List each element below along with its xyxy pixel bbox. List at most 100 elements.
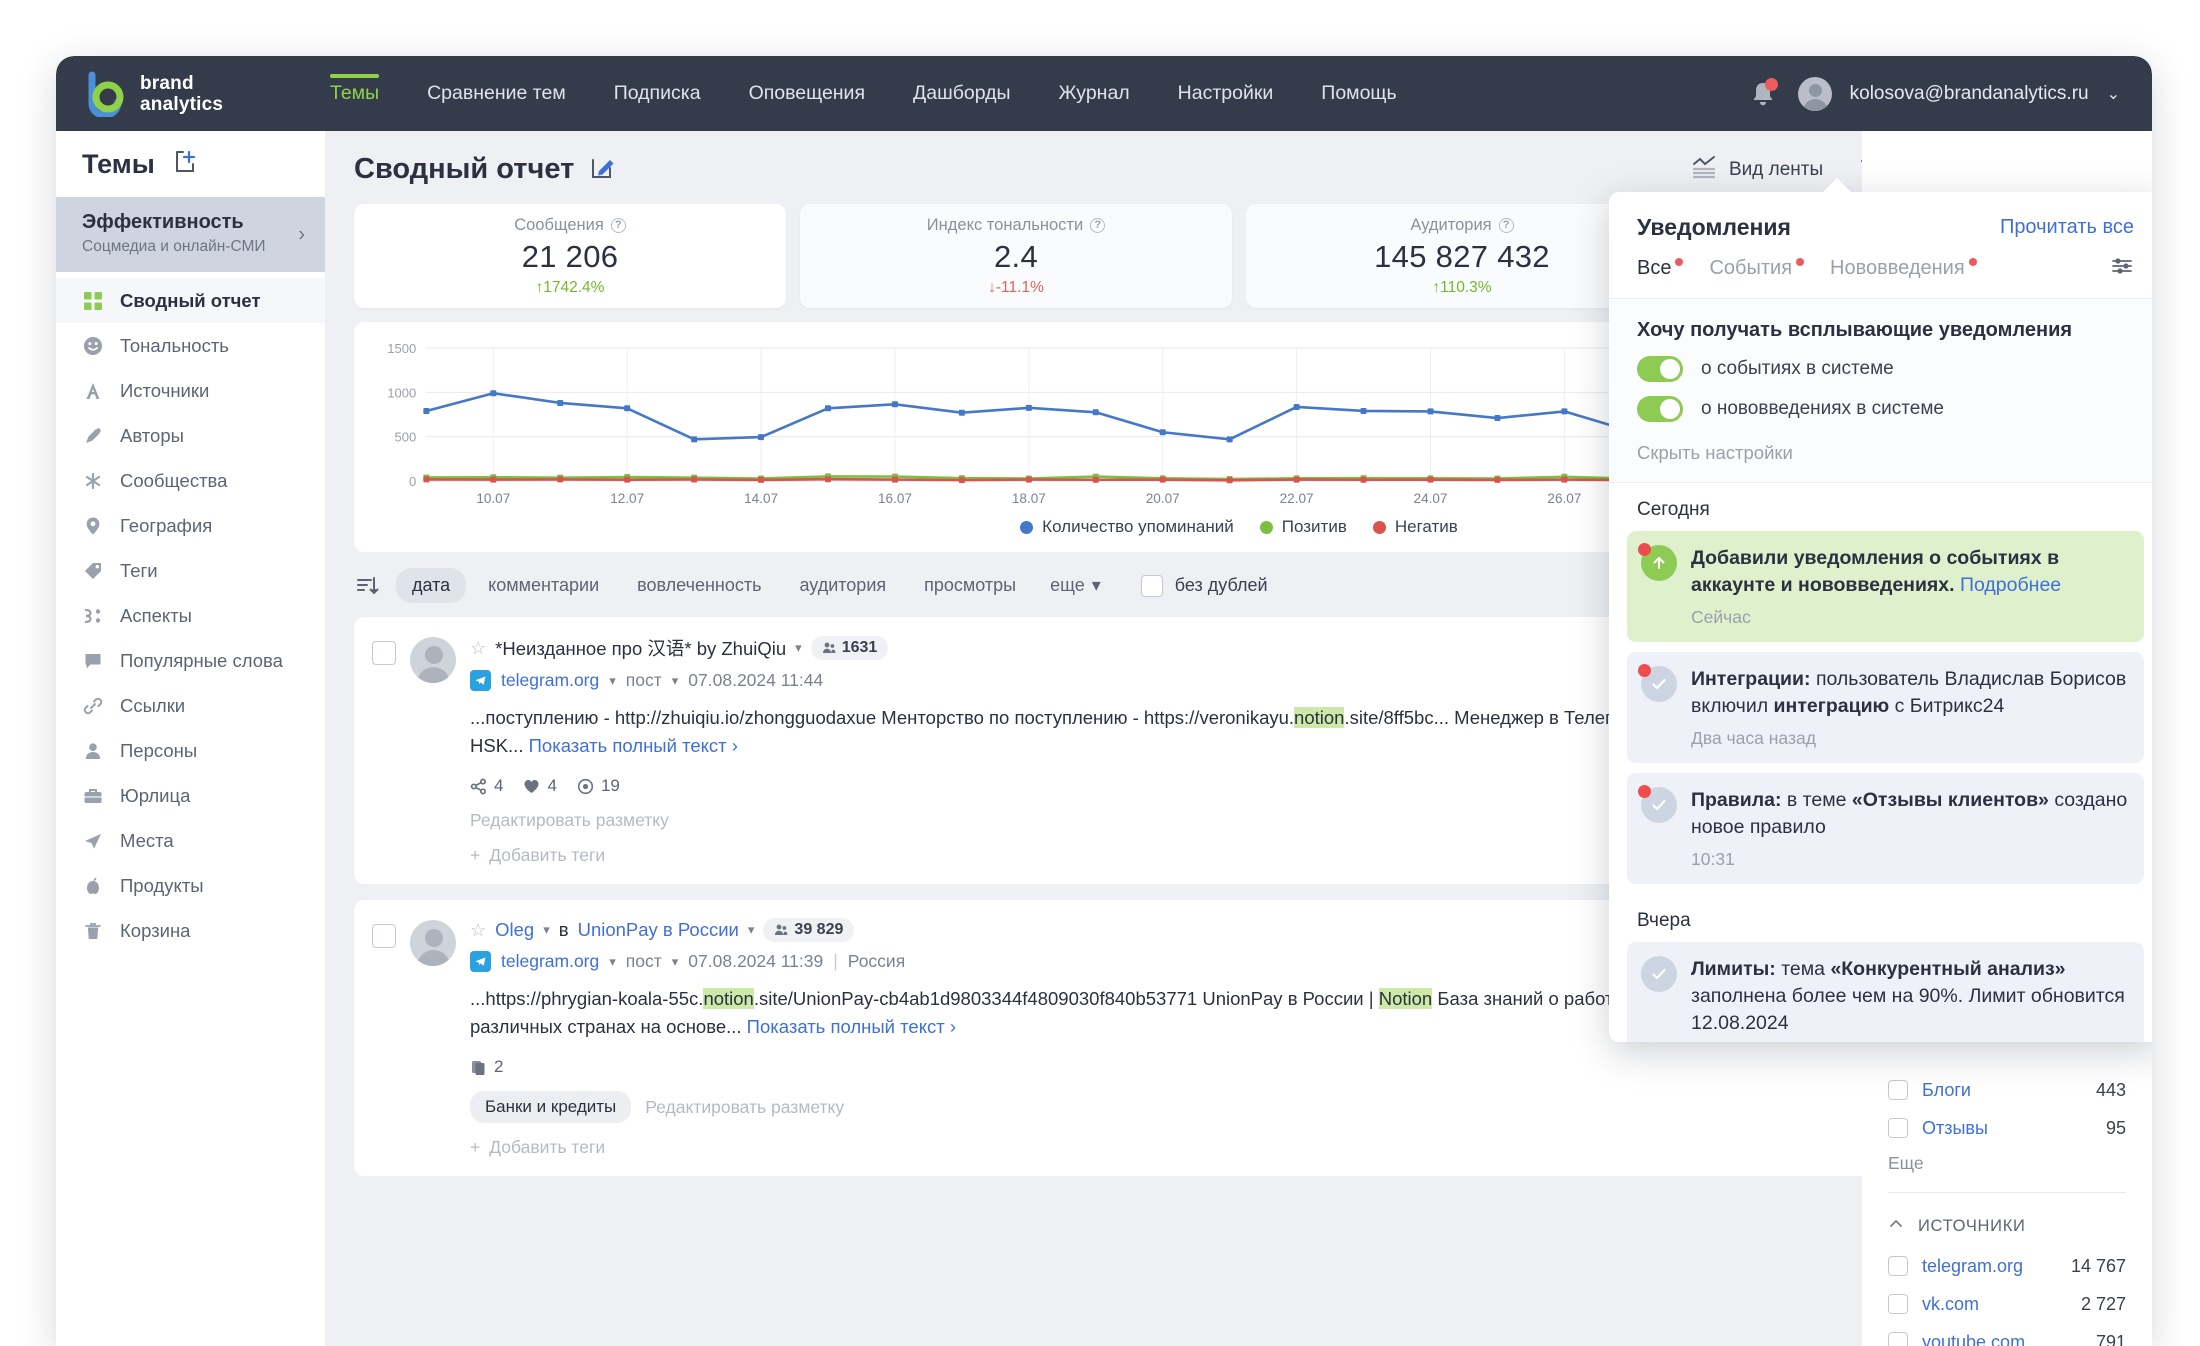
facet-checkbox[interactable] <box>1888 1332 1908 1346</box>
user-avatar[interactable] <box>1798 77 1832 111</box>
facet-checkbox[interactable] <box>1888 1294 1908 1314</box>
post-author-name[interactable]: Oleg <box>495 919 534 941</box>
sidebar-item-istochniki[interactable]: Источники <box>56 368 325 413</box>
favorite-star-icon[interactable]: ☆ <box>470 638 486 659</box>
metric-card-messages[interactable]: Сообщения? 21 206 ↑1742.4% <box>354 204 786 308</box>
facet-name[interactable]: youtube.com <box>1922 1332 2025 1346</box>
sort-chip-views[interactable]: просмотры <box>908 568 1032 603</box>
post-select-checkbox[interactable] <box>372 924 396 948</box>
facet-row[interactable]: youtube.com 791 <box>1888 1323 2126 1346</box>
post-source-link[interactable]: telegram.org <box>501 670 599 691</box>
nav-item-zhurnal[interactable]: Журнал <box>1035 56 1154 131</box>
tab-updates[interactable]: Нововведения <box>1830 257 1977 280</box>
notification-item[interactable]: Правила: в теме «Отзывы клиентов» создан… <box>1627 773 2144 884</box>
notification-details-link[interactable]: Подробнее <box>1960 574 2061 596</box>
tab-all[interactable]: Все <box>1637 257 1683 280</box>
sort-direction-icon[interactable] <box>354 573 380 599</box>
favorite-star-icon[interactable]: ☆ <box>470 920 486 941</box>
toggle-events[interactable] <box>1637 356 1683 382</box>
read-all-button[interactable]: Прочитать все <box>2000 216 2134 239</box>
facet-checkbox[interactable] <box>1888 1256 1908 1276</box>
feed-view-button[interactable]: Вид ленты <box>1692 155 1823 185</box>
sidebar-item-yurlitsa[interactable]: Юрлица <box>56 773 325 818</box>
notification-item[interactable]: Лимиты: тема «Конкурентный анализ» запол… <box>1627 942 2144 1042</box>
help-icon[interactable]: ? <box>1499 218 1514 233</box>
facet-row[interactable]: telegram.org 14 767 <box>1888 1247 2126 1285</box>
nav-item-sravnenie[interactable]: Сравнение тем <box>403 56 590 131</box>
hide-settings-link[interactable]: Скрыть настройки <box>1637 422 2134 482</box>
brand-logo[interactable]: brand analytics <box>56 71 306 117</box>
edit-markup-link[interactable]: Редактировать разметку <box>470 810 669 831</box>
post-author-name[interactable]: *Неизданное про 汉语* by ZhuiQiu <box>495 635 786 661</box>
sort-chip-audience[interactable]: аудитория <box>783 568 902 603</box>
chevron-down-icon[interactable]: ▾ <box>543 922 550 938</box>
show-full-text-link[interactable]: Показать полный текст › <box>747 1016 956 1037</box>
facet-name[interactable]: Отзывы <box>1922 1118 1988 1139</box>
nav-item-podpiska[interactable]: Подписка <box>590 56 725 131</box>
facet-row[interactable]: Блоги 443 <box>1888 1071 2126 1109</box>
post-tag-chip[interactable]: Банки и кредиты <box>470 1091 631 1123</box>
sidebar-item-ssylki[interactable]: Ссылки <box>56 683 325 728</box>
sort-chip-comments[interactable]: комментарии <box>472 568 615 603</box>
chevron-down-icon[interactable]: ▾ <box>795 640 802 656</box>
facet-row[interactable]: Отзывы 95 <box>1888 1109 2126 1147</box>
sidebar-item-aspekty[interactable]: Аспекты <box>56 593 325 638</box>
facet-more-link[interactable]: Еще <box>1888 1153 2126 1174</box>
sidebar-item-populyarnye-slova[interactable]: Популярные слова <box>56 638 325 683</box>
dedupe-checkbox[interactable] <box>1141 575 1163 597</box>
edit-markup-link[interactable]: Редактировать разметку <box>645 1097 844 1118</box>
facet-name[interactable]: vk.com <box>1922 1294 1979 1315</box>
legend-item-positive[interactable]: Позитив <box>1260 517 1347 537</box>
active-topic-card[interactable]: Эффективность Соцмедиа и онлайн-СМИ › <box>56 197 325 272</box>
facet-name[interactable]: telegram.org <box>1922 1256 2023 1277</box>
help-icon[interactable]: ? <box>1090 218 1105 233</box>
user-email-label[interactable]: kolosova@brandanalytics.ru <box>1850 83 2089 105</box>
nav-item-pomoshch[interactable]: Помощь <box>1297 56 1420 131</box>
sidebar-item-tonalnost[interactable]: Тональность <box>56 323 325 368</box>
notifications-bell-button[interactable] <box>1746 77 1780 111</box>
sidebar-item-tegi[interactable]: Теги <box>56 548 325 593</box>
nav-item-temy[interactable]: Темы <box>306 56 403 131</box>
sort-chip-engagement[interactable]: вовлеченность <box>621 568 777 603</box>
chevron-down-icon[interactable]: ▾ <box>672 954 679 970</box>
notification-item[interactable]: Интеграции: пользователь Владислав Борис… <box>1627 652 2144 763</box>
user-menu-chevron-down-icon[interactable]: ⌄ <box>2107 84 2120 104</box>
sidebar-item-korzina[interactable]: Корзина <box>56 908 325 953</box>
add-topic-icon[interactable] <box>173 149 199 180</box>
sort-more-button[interactable]: еще ▾ <box>1038 568 1113 603</box>
chevron-down-icon[interactable]: ▾ <box>672 673 679 689</box>
facet-section-sources[interactable]: ИСТОЧНИКИ <box>1888 1205 2126 1247</box>
facet-name[interactable]: Блоги <box>1922 1080 1971 1101</box>
post-channel-name[interactable]: UnionPay в России <box>578 919 739 941</box>
sidebar-item-geografiya[interactable]: География <box>56 503 325 548</box>
legend-item-mentions[interactable]: Количество упоминаний <box>1020 517 1234 537</box>
nav-item-dashbordy[interactable]: Дашборды <box>889 56 1035 131</box>
nav-item-opoveshcheniya[interactable]: Оповещения <box>725 56 889 131</box>
notification-settings-icon[interactable] <box>2110 255 2134 282</box>
edit-report-icon[interactable] <box>590 154 616 185</box>
add-tags-button[interactable]: + Добавить теги <box>470 1137 2102 1158</box>
help-icon[interactable]: ? <box>611 218 626 233</box>
facet-checkbox[interactable] <box>1888 1080 1908 1100</box>
sidebar-item-persony[interactable]: Персоны <box>56 728 325 773</box>
notification-item[interactable]: Добавили уведомления о событиях в аккаун… <box>1627 531 2144 642</box>
sort-chip-date[interactable]: дата <box>396 568 466 603</box>
show-full-text-link[interactable]: Показать полный текст › <box>529 735 738 756</box>
tab-events[interactable]: События <box>1709 257 1804 280</box>
chevron-down-icon[interactable]: ▾ <box>609 954 616 970</box>
sidebar-item-avtory[interactable]: Авторы <box>56 413 325 458</box>
chevron-down-icon[interactable]: ▾ <box>748 922 755 938</box>
post-source-link[interactable]: telegram.org <box>501 951 599 972</box>
sidebar-item-svodnyy-otchet[interactable]: Сводный отчет <box>56 278 325 323</box>
sidebar-item-mesta[interactable]: Места <box>56 818 325 863</box>
sidebar-item-soobshchestva[interactable]: Сообщества <box>56 458 325 503</box>
nav-item-nastroyki[interactable]: Настройки <box>1154 56 1298 131</box>
metric-card-tone-index[interactable]: Индекс тональности? 2.4 ↓-11.1% <box>800 204 1232 308</box>
topic-chevron-right-icon[interactable]: › <box>298 223 305 246</box>
post-select-checkbox[interactable] <box>372 641 396 665</box>
legend-item-negative[interactable]: Негатив <box>1373 517 1458 537</box>
sidebar-item-produkty[interactable]: Продукты <box>56 863 325 908</box>
facet-checkbox[interactable] <box>1888 1118 1908 1138</box>
facet-row[interactable]: vk.com 2 727 <box>1888 1285 2126 1323</box>
chevron-down-icon[interactable]: ▾ <box>609 673 616 689</box>
